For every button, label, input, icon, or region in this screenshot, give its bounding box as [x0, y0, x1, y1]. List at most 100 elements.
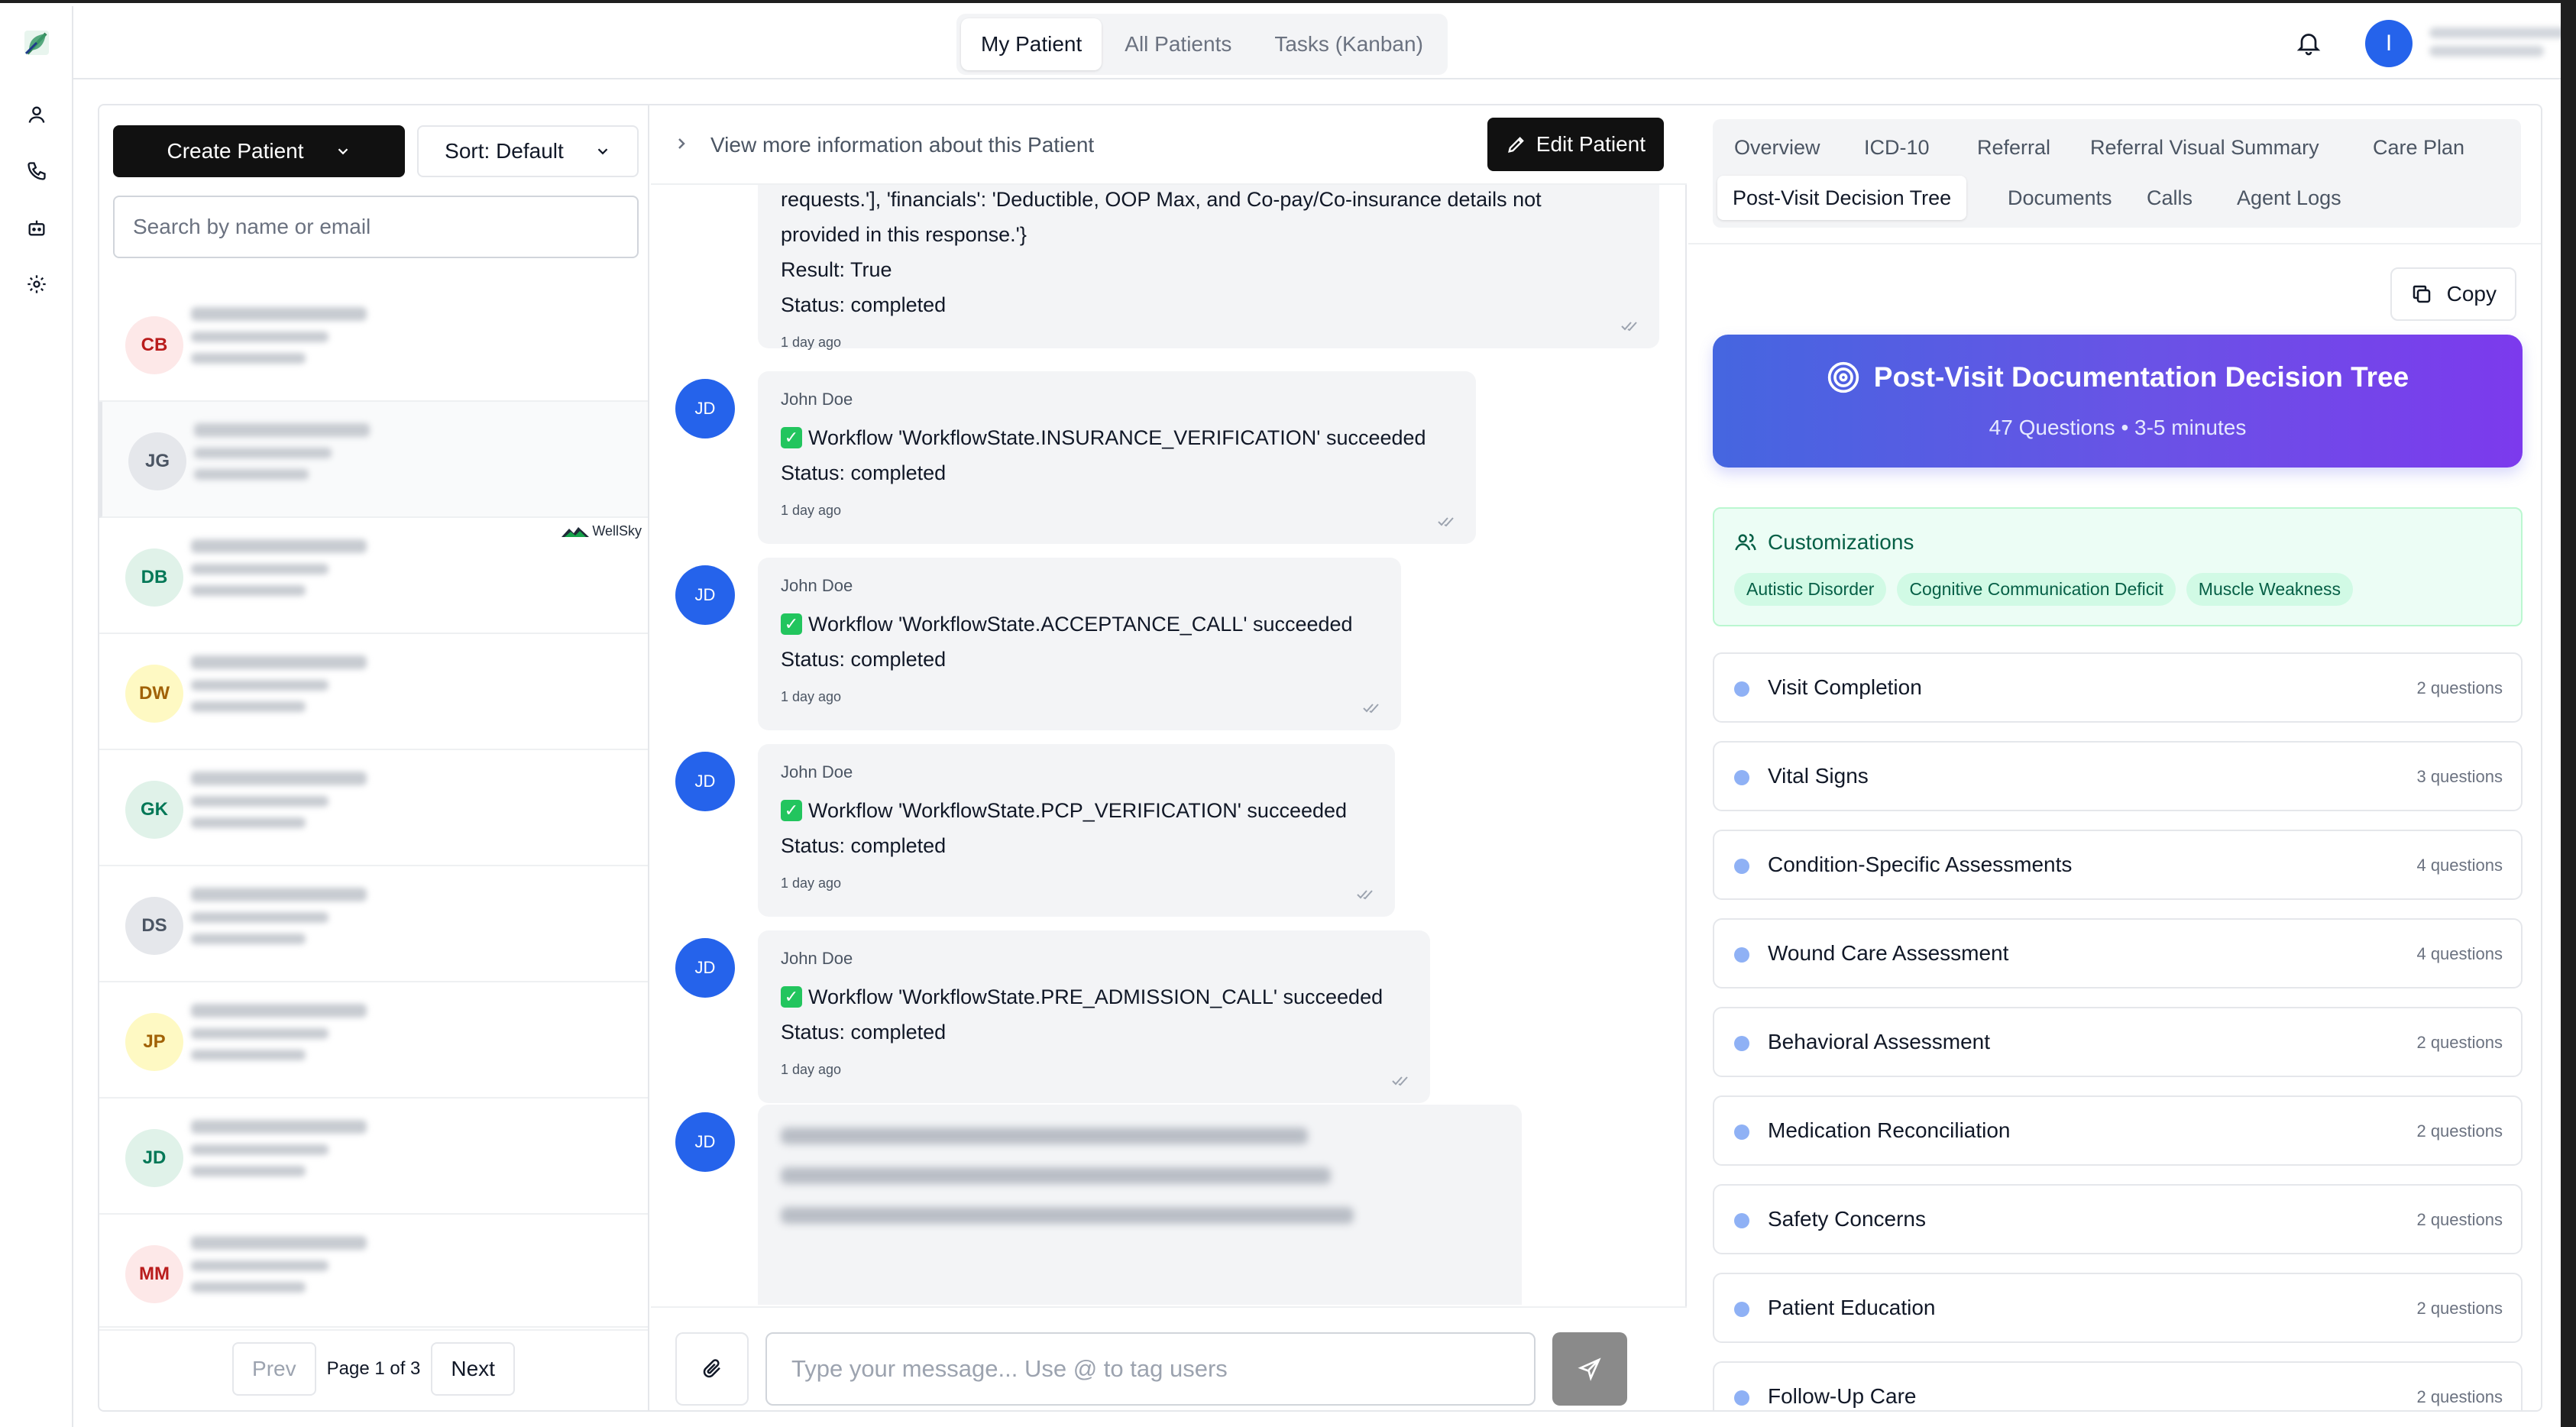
patient-row[interactable]: DW — [99, 634, 648, 750]
patient-info-redacted — [191, 1004, 390, 1071]
section-dot-icon — [1734, 1036, 1749, 1051]
send-icon — [1578, 1357, 1601, 1381]
patient-row[interactable]: DS — [99, 866, 648, 982]
message-text: Workflow 'WorkflowState.PRE_ADMISSION_CA… — [808, 985, 1383, 1008]
message-status: Status: completed — [781, 834, 947, 857]
section-dot-icon — [1734, 1213, 1749, 1228]
patient-row[interactable]: JG WellSky — [99, 402, 648, 539]
patient-avatar: DW — [125, 665, 183, 723]
next-page-button[interactable]: Next — [431, 1342, 515, 1396]
create-patient-button[interactable]: Create Patient — [113, 125, 405, 177]
tab-referral-visual-summary[interactable]: Referral Visual Summary — [2075, 125, 2335, 170]
decision-tree-section[interactable]: Visit Completion 2 questions — [1713, 652, 2523, 723]
message-composer — [651, 1306, 1687, 1410]
message-avatar: JD — [675, 379, 735, 438]
pencil-icon — [1507, 137, 1524, 153]
message-bubble-redacted — [758, 1105, 1522, 1305]
patient-row[interactable]: CB — [99, 286, 648, 402]
patient-avatar: JP — [125, 1013, 183, 1071]
decision-tree-section[interactable]: Follow-Up Care 2 questions — [1713, 1361, 2523, 1410]
customization-chip: Cognitive Communication Deficit — [1897, 573, 2176, 606]
chat-header: View more information about this Patient… — [651, 105, 1687, 185]
tab-overview[interactable]: Overview — [1719, 125, 1836, 170]
section-dot-icon — [1734, 1390, 1749, 1406]
phone-icon[interactable] — [26, 160, 47, 182]
message-text: Workflow 'WorkflowState.ACCEPTANCE_CALL'… — [808, 613, 1353, 636]
view-more-info-link[interactable]: View more information about this Patient — [710, 133, 1094, 157]
decision-tree-section[interactable]: Condition-Specific Assessments 4 question… — [1713, 830, 2523, 900]
customization-chip: Autistic Disorder — [1734, 573, 1887, 606]
tab-all-patients[interactable]: All Patients — [1105, 18, 1251, 70]
message-line: requests.'], 'financials': 'Deductible, … — [781, 188, 1542, 211]
tab-agent-logs[interactable]: Agent Logs — [2222, 176, 2357, 220]
customizations-title: Customizations — [1768, 530, 1914, 554]
patient-row[interactable]: MM — [99, 1215, 648, 1331]
tab-post-visit-decision-tree[interactable]: Post-Visit Decision Tree — [1717, 176, 1967, 220]
patient-search-input[interactable] — [113, 196, 639, 258]
gear-icon[interactable] — [26, 273, 47, 295]
user-avatar[interactable]: I — [2365, 20, 2413, 67]
patient-info-redacted — [191, 307, 390, 374]
edit-patient-button[interactable]: Edit Patient — [1487, 118, 1664, 171]
patient-avatar: JG — [128, 432, 186, 490]
message-input[interactable] — [765, 1332, 1536, 1406]
message-avatar: JD — [675, 1112, 735, 1172]
user-name-redacted — [2429, 28, 2576, 61]
user-icon[interactable] — [26, 104, 47, 125]
section-label: Behavioral Assessment — [1768, 1030, 1991, 1053]
tab-documents[interactable]: Documents — [1992, 176, 2128, 220]
bell-icon[interactable] — [2295, 29, 2322, 57]
section-question-count: 4 questions — [2416, 944, 2503, 963]
decision-tree-title: Post-Visit Documentation Decision Tree — [1873, 361, 2409, 393]
decision-tree-section[interactable]: Medication Reconciliation 2 questions — [1713, 1095, 2523, 1166]
message-author: John Doe — [781, 390, 853, 409]
check-mark-icon: ✓ — [781, 427, 802, 448]
section-dot-icon — [1734, 947, 1749, 963]
leaf-logo-icon[interactable] — [23, 29, 50, 57]
main-tabs: My Patient All Patients Tasks (Kanban) — [956, 14, 1448, 75]
sort-dropdown[interactable]: Sort: Default — [417, 125, 639, 177]
patient-avatar: GK — [125, 781, 183, 839]
read-receipt-icon — [1392, 1076, 1408, 1086]
patient-info-redacted — [191, 655, 390, 723]
tab-calls[interactable]: Calls — [2131, 176, 2208, 220]
prev-page-button[interactable]: Prev — [232, 1342, 316, 1396]
patient-row[interactable]: DB — [99, 518, 648, 634]
decision-tree-section[interactable]: Safety Concerns 2 questions — [1713, 1184, 2523, 1254]
decision-tree-section[interactable]: Patient Education 2 questions — [1713, 1273, 2523, 1343]
message-bubble: John Doe ✓ Workflow 'WorkflowState.INSURAN… — [758, 371, 1476, 544]
chevron-right-icon[interactable] — [672, 134, 691, 153]
page-status: Page 1 of 3 — [326, 1358, 421, 1379]
tab-icd-10[interactable]: ICD-10 — [1849, 125, 1945, 170]
message-bubble: John Doe ✓ Workflow 'WorkflowState.PCP_VER… — [758, 744, 1395, 917]
section-label: Medication Reconciliation — [1768, 1118, 2011, 1142]
message-author: John Doe — [781, 949, 853, 968]
message-line: Status: completed — [781, 293, 947, 316]
paperclip-icon[interactable] — [675, 1332, 749, 1406]
patient-avatar: JD — [125, 1129, 183, 1187]
decision-tree-section[interactable]: Behavioral Assessment 2 questions — [1713, 1007, 2523, 1077]
patient-row[interactable]: JD — [99, 1099, 648, 1215]
patient-info-redacted — [191, 772, 390, 839]
message-avatar: JD — [675, 752, 735, 811]
tab-care-plan[interactable]: Care Plan — [2358, 125, 2480, 170]
patient-info-redacted — [191, 888, 390, 955]
message-avatar: JD — [675, 938, 735, 998]
chevron-down-icon — [597, 148, 608, 155]
message-bubble: John Doe ✓ Workflow 'WorkflowState.PRE_ADM… — [758, 930, 1430, 1103]
tab-my-patient[interactable]: My Patient — [961, 18, 1102, 70]
bot-icon[interactable] — [26, 217, 47, 238]
patient-row[interactable]: GK — [99, 750, 648, 866]
copy-button[interactable]: Copy — [2390, 267, 2516, 321]
message-text: Workflow 'WorkflowState.INSURANCE_VERIFI… — [808, 426, 1426, 449]
check-mark-icon: ✓ — [781, 613, 802, 635]
message-list: requests.'], 'financials': 'Deductible, … — [651, 185, 1687, 1305]
section-question-count: 4 questions — [2416, 856, 2503, 875]
read-receipt-icon — [1363, 704, 1379, 714]
patient-row[interactable]: JP — [99, 982, 648, 1099]
tab-referral[interactable]: Referral — [1962, 125, 2066, 170]
send-button[interactable] — [1552, 1332, 1627, 1406]
decision-tree-section[interactable]: Wound Care Assessment 4 questions — [1713, 918, 2523, 989]
tab-tasks-kanban[interactable]: Tasks (Kanban) — [1254, 18, 1443, 70]
decision-tree-section[interactable]: Vital Signs 3 questions — [1713, 741, 2523, 811]
